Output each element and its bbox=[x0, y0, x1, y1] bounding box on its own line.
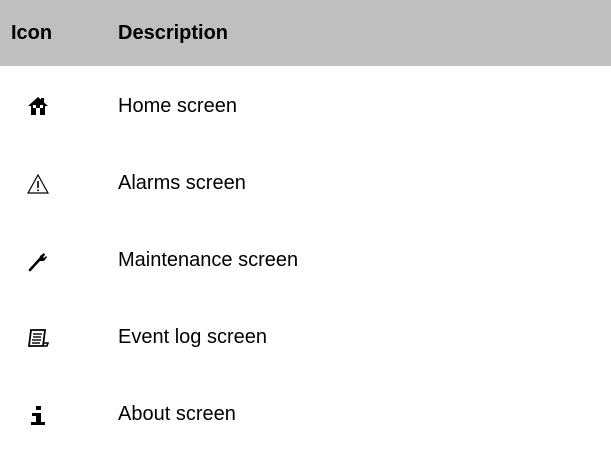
table-row: Home screen bbox=[0, 67, 611, 145]
icon-cell bbox=[0, 250, 118, 272]
row-description: Maintenance screen bbox=[118, 249, 299, 271]
header-description-column: Description bbox=[118, 21, 229, 44]
header-icon-column: Icon bbox=[11, 21, 53, 44]
icon-table: Icon Description Home screen Alarms scre… bbox=[0, 0, 611, 453]
icon-cell bbox=[0, 173, 118, 195]
icon-cell bbox=[0, 327, 118, 349]
table-row: About screen bbox=[0, 376, 611, 453]
icon-cell bbox=[0, 95, 118, 117]
row-description: Home screen bbox=[118, 94, 237, 117]
row-description: About screen bbox=[118, 403, 236, 425]
home-icon bbox=[27, 95, 49, 117]
warning-icon bbox=[27, 173, 49, 195]
row-description: Event log screen bbox=[118, 326, 267, 348]
table-row: Maintenance screen bbox=[0, 222, 611, 299]
icon-cell bbox=[0, 404, 118, 426]
table-row: Alarms screen bbox=[0, 145, 611, 222]
info-icon bbox=[27, 404, 49, 426]
table-row: Event log screen bbox=[0, 299, 611, 376]
row-description: Alarms screen bbox=[118, 172, 246, 194]
wrench-icon bbox=[27, 250, 49, 272]
log-scroll-icon bbox=[27, 327, 49, 349]
table-header: Icon Description bbox=[0, 0, 611, 66]
